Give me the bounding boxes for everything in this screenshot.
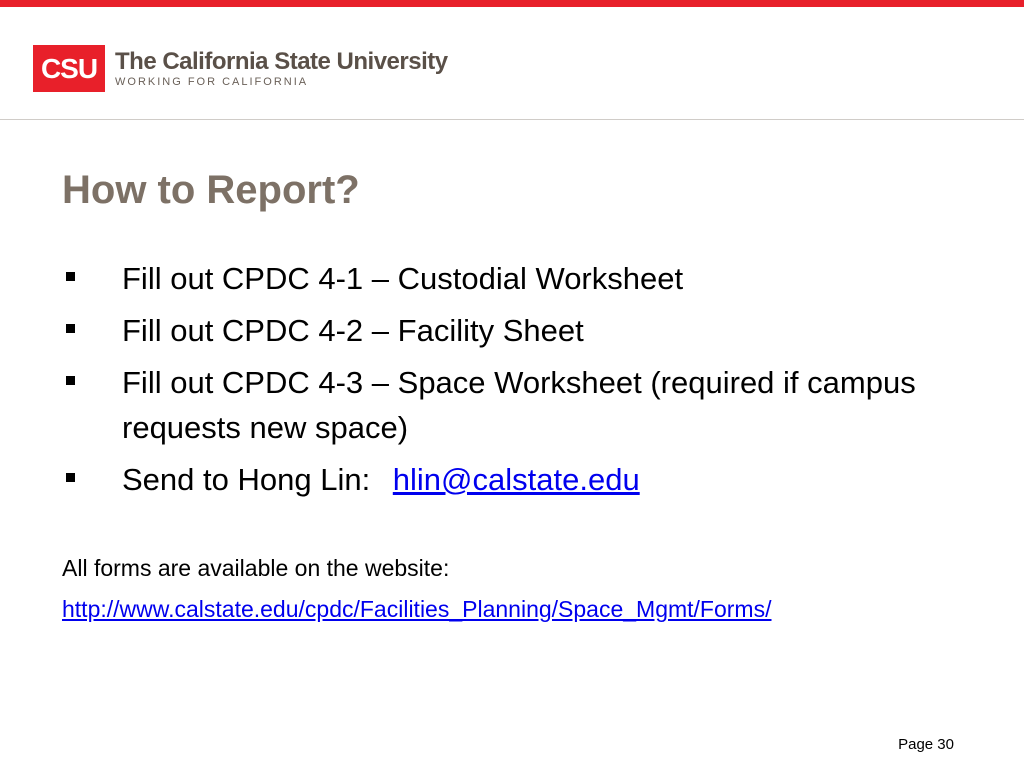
header-divider [0, 119, 1024, 120]
bullet-text: Send to Hong Lin: [122, 462, 379, 497]
logo-text: The California State University WORKING … [115, 47, 448, 89]
square-bullet-icon [66, 272, 75, 281]
bullet-item-1: Fill out CPDC 4-1 – Custodial Worksheet [62, 256, 962, 301]
top-accent-bar [0, 0, 1024, 7]
bullet-text: Fill out CPDC 4-1 – Custodial Worksheet [122, 261, 684, 296]
bullet-list: Fill out CPDC 4-1 – Custodial Worksheet … [62, 256, 962, 509]
forms-note: All forms are available on the website: [62, 555, 450, 581]
square-bullet-icon [66, 376, 75, 385]
bullet-text: Fill out CPDC 4-3 – Space Worksheet (req… [122, 365, 916, 445]
page-number: Page 30 [898, 736, 954, 753]
bullet-item-2: Fill out CPDC 4-2 – Facility Sheet [62, 308, 962, 353]
slide-title: How to Report? [62, 168, 360, 212]
bullet-text: Fill out CPDC 4-2 – Facility Sheet [122, 313, 584, 348]
csu-logo: CSU The California State University WORK… [33, 45, 448, 92]
logo-name: The California State University [115, 47, 448, 75]
forms-url-link[interactable]: http://www.calstate.edu/cpdc/Facilities_… [62, 592, 772, 626]
square-bullet-icon [66, 324, 75, 333]
bullet-item-3: Fill out CPDC 4-3 – Space Worksheet (req… [62, 360, 962, 450]
logo-mark: CSU [33, 45, 105, 92]
email-link[interactable]: hlin@calstate.edu [393, 462, 640, 497]
bullet-item-4: Send to Hong Lin: hlin@calstate.edu [62, 457, 962, 502]
square-bullet-icon [66, 473, 75, 482]
logo-tagline: WORKING FOR CALIFORNIA [115, 75, 309, 88]
